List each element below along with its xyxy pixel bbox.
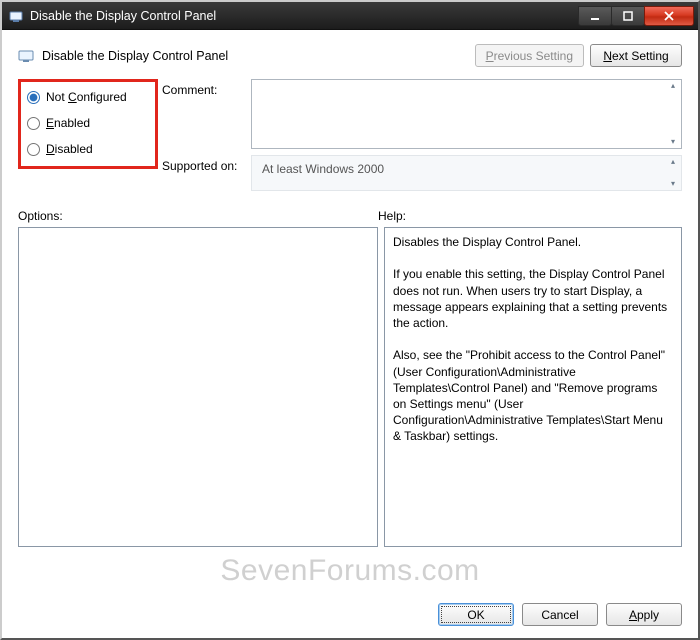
- ok-button[interactable]: OK: [438, 603, 514, 626]
- help-label: Help:: [378, 209, 682, 227]
- close-button[interactable]: [644, 6, 694, 26]
- next-setting-button[interactable]: Next Setting: [590, 44, 682, 67]
- maximize-button[interactable]: [611, 6, 645, 26]
- apply-button[interactable]: Apply: [606, 603, 682, 626]
- radio-disabled[interactable]: Disabled: [27, 142, 147, 156]
- titlebar[interactable]: Disable the Display Control Panel: [2, 2, 698, 30]
- previous-setting-button: Previous Setting: [475, 44, 584, 67]
- help-panel[interactable]: Disables the Display Control Panel. If y…: [384, 227, 682, 547]
- radio-not-configured-input[interactable]: [27, 91, 40, 104]
- supported-on-label: Supported on:: [162, 155, 247, 173]
- watermark: SevenForums.com: [4, 554, 696, 588]
- options-panel[interactable]: [18, 227, 378, 547]
- comment-label: Comment:: [162, 79, 247, 97]
- options-label: Options:: [18, 209, 378, 227]
- supported-scrollbar: ▴▾: [667, 158, 679, 188]
- app-icon: [8, 8, 24, 24]
- panel-icon: [18, 48, 34, 64]
- supported-on-value: At least Windows 2000: [262, 162, 384, 176]
- radio-disabled-input[interactable]: [27, 143, 40, 156]
- supported-on-value-box: At least Windows 2000 ▴▾: [251, 155, 682, 191]
- window-title: Disable the Display Control Panel: [30, 9, 579, 23]
- state-radio-group: Not Configured Enabled Disabled: [18, 79, 158, 169]
- radio-enabled-input[interactable]: [27, 117, 40, 130]
- radio-enabled[interactable]: Enabled: [27, 116, 147, 130]
- page-title: Disable the Display Control Panel: [42, 49, 467, 63]
- cancel-button[interactable]: Cancel: [522, 603, 598, 626]
- comment-scrollbar[interactable]: ▴▾: [667, 82, 679, 146]
- radio-not-configured[interactable]: Not Configured: [27, 90, 147, 104]
- comment-textarea[interactable]: ▴▾: [251, 79, 682, 149]
- minimize-button[interactable]: [578, 6, 612, 26]
